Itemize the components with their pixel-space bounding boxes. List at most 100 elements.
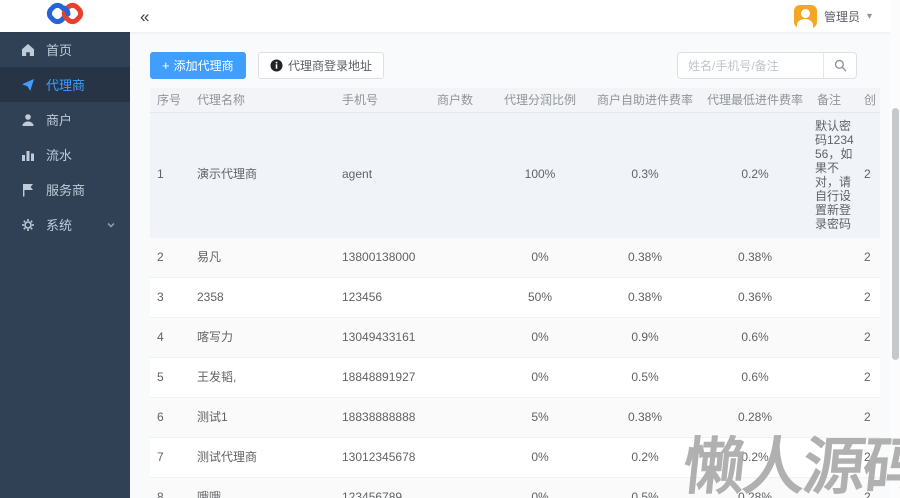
agents-table: 序号 代理名称 手机号 商户数 代理分润比例 商户自助进件费率 代理最低进件费率 备注创 1演…	[150, 88, 880, 498]
cell-no: 7	[150, 437, 190, 478]
scrollbar-thumb[interactable]	[891, 108, 899, 360]
cell-merchants	[430, 437, 490, 478]
cell-agent_min_rate: 0.28%	[700, 397, 810, 438]
sidebar-item-agents[interactable]: 代理商	[0, 67, 130, 102]
search-icon	[834, 59, 846, 72]
cell-created: 2	[856, 437, 880, 478]
logo-heart-icon	[46, 2, 84, 25]
cell-merchant_rate: 0.2%	[590, 437, 700, 478]
cell-merchants	[430, 317, 490, 358]
table-row[interactable]: 8 哦哦 123456789 0% 0.5% 0.28% 2	[150, 477, 880, 498]
cell-name: 易凡	[190, 237, 335, 278]
column-header: 手机号	[335, 88, 430, 113]
home-icon	[21, 43, 35, 57]
cell-share: 0%	[490, 317, 590, 358]
table-row[interactable]: 1 演示代理商 agent 100% 0.3% 0.2% 默认密码123456，如果不对，请…	[150, 112, 880, 238]
cell-agent_min_rate: 0.2%	[700, 437, 810, 478]
sidebar: 首页 代理商 商户 流水 服务商 系统	[0, 32, 130, 498]
user-avatar	[793, 4, 817, 28]
cell-remark	[810, 357, 856, 398]
table-row[interactable]: 6 测试1 18838888888 5% 0.38% 0.28% 2	[150, 397, 880, 438]
sidebar-collapse-icon[interactable]: «	[140, 8, 149, 25]
cell-name: 2358	[190, 277, 335, 318]
column-header: 代理最低进件费率	[700, 88, 810, 113]
sidebar-item-system[interactable]: 系统	[0, 207, 130, 242]
sidebar-item-merchants[interactable]: 商户	[0, 102, 130, 137]
cell-remark	[810, 477, 856, 498]
cell-share: 0%	[490, 437, 590, 478]
table-header-row: 序号 代理名称 手机号 商户数 代理分润比例 商户自助进件费率 代理最低进件费率 备注创	[150, 88, 880, 113]
bar-chart-icon	[21, 148, 35, 162]
cell-remark	[810, 237, 856, 278]
add-agent-button[interactable]: + 添加代理商	[150, 52, 246, 79]
cell-merchants	[430, 237, 490, 278]
table-row[interactable]: 2 易凡 13800138000 0% 0.38% 0.38% 2	[150, 237, 880, 278]
cell-created: 2	[856, 397, 880, 438]
cell-share: 0%	[490, 477, 590, 498]
sidebar-item-label: 系统	[46, 218, 73, 233]
app-logo[interactable]	[0, 2, 130, 30]
sidebar-item-label: 商户	[46, 113, 73, 128]
cell-share: 100%	[490, 112, 590, 238]
cell-share: 50%	[490, 277, 590, 318]
cell-remark: 默认密码123456，如果不对，请自行设置新登录密码	[810, 112, 856, 238]
column-header: 代理名称	[190, 88, 335, 113]
table-row[interactable]: 7 测试代理商 13012345678 0% 0.2% 0.2% 2	[150, 437, 880, 478]
user-name: 管理员	[823, 9, 860, 24]
cell-merchant_rate: 0.5%	[590, 357, 700, 398]
column-header: 商户自助进件费率	[590, 88, 700, 113]
cell-merchant_rate: 0.38%	[590, 397, 700, 438]
table-body: 1 演示代理商 agent 100% 0.3% 0.2% 默认密码123456，如果不对，请…	[150, 112, 880, 498]
agent-login-url-button[interactable]: 代理商登录地址	[257, 52, 384, 79]
cell-no: 6	[150, 397, 190, 438]
cell-merchant_rate: 0.38%	[590, 237, 700, 278]
column-header: 序号	[150, 88, 190, 113]
cell-agent_min_rate: 0.6%	[700, 357, 810, 398]
cell-merchant_rate: 0.9%	[590, 317, 700, 358]
search-group	[677, 52, 857, 79]
sidebar-item-home[interactable]: 首页	[0, 32, 130, 67]
cell-share: 0%	[490, 237, 590, 278]
cell-created: 2	[856, 237, 880, 278]
gear-icon	[21, 218, 35, 232]
sidebar-item-label: 流水	[46, 148, 73, 163]
plus-icon: +	[162, 58, 170, 73]
cell-remark	[810, 317, 856, 358]
sidebar-item-label: 代理商	[46, 78, 86, 93]
table-row[interactable]: 5 王发韬, 18848891927 0% 0.5% 0.6% 2	[150, 357, 880, 398]
cell-merchant_rate: 0.3%	[590, 112, 700, 238]
sidebar-item-label: 服务商	[46, 183, 86, 198]
cell-name: 哦哦	[190, 477, 335, 498]
cell-merchants	[430, 277, 490, 318]
page-scrollbar	[890, 0, 900, 498]
cell-phone: agent	[335, 112, 430, 238]
table-row[interactable]: 4 喀写力 13049433161 0% 0.9% 0.6% 2	[150, 317, 880, 358]
cell-name: 王发韬,	[190, 357, 335, 398]
send-icon	[21, 78, 35, 92]
chevron-down-icon	[106, 220, 116, 230]
search-input[interactable]	[678, 53, 823, 78]
user-menu[interactable]: 管理员 ▾	[793, 4, 872, 28]
cell-no: 1	[150, 112, 190, 238]
search-button[interactable]	[823, 53, 856, 78]
cell-merchants	[430, 357, 490, 398]
cell-agent_min_rate: 0.28%	[700, 477, 810, 498]
sidebar-item-flow[interactable]: 流水	[0, 137, 130, 172]
table-row[interactable]: 3 2358 123456 50% 0.38% 0.36% 2	[150, 277, 880, 318]
cell-phone: 13049433161	[335, 317, 430, 358]
cell-created: 2	[856, 277, 880, 318]
cell-created: 2	[856, 357, 880, 398]
column-header: 商户数	[430, 88, 490, 113]
cell-created: 2	[856, 477, 880, 498]
cell-no: 2	[150, 237, 190, 278]
top-header: « 管理员 ▾	[0, 0, 900, 32]
cell-merchant_rate: 0.5%	[590, 477, 700, 498]
chevron-down-icon: ▾	[866, 10, 872, 22]
column-header: 代理分润比例	[490, 88, 590, 113]
column-header: 创	[856, 88, 880, 113]
cell-agent_min_rate: 0.38%	[700, 237, 810, 278]
cell-phone: 123456789	[335, 477, 430, 498]
cell-merchants	[430, 477, 490, 498]
sidebar-item-providers[interactable]: 服务商	[0, 172, 130, 207]
cell-phone: 18848891927	[335, 357, 430, 398]
